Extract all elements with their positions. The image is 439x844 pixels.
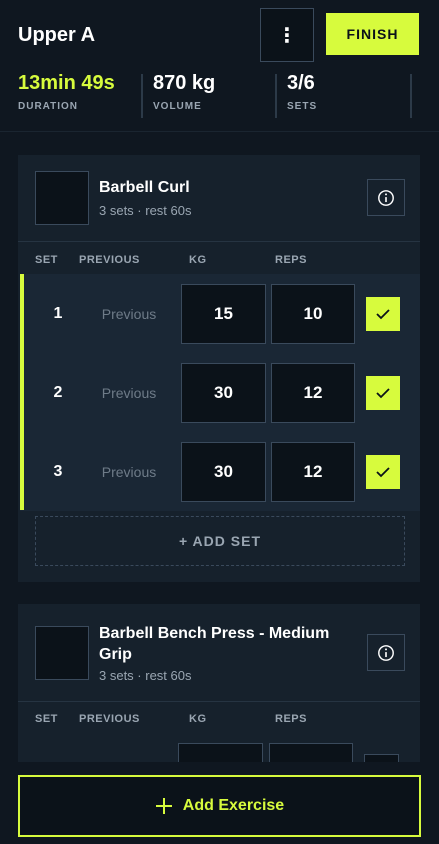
exercise-name[interactable]: Barbell Curl [99,177,190,198]
volume-label: VOLUME [153,101,202,112]
workout-title: Upper A [18,24,96,46]
complete-set-button[interactable] [366,297,400,331]
info-icon [378,644,394,661]
column-set: SET [35,713,58,725]
set-number: 1 [53,305,63,322]
exercise-info-button[interactable] [367,179,405,216]
exercise-thumbnail[interactable] [35,171,89,225]
exercise-info-button[interactable] [367,634,405,671]
column-previous: PREVIOUS [79,254,140,266]
stat-sets: 3/6 SETS [287,72,317,122]
kg-input[interactable]: 15 [181,284,266,344]
duration-label: DURATION [18,101,79,112]
exercise-name-line2[interactable]: Grip [99,644,132,665]
check-icon [376,467,390,478]
more-vertical-icon: ⋮ [277,24,297,47]
set-previous[interactable]: Previous [89,385,169,401]
set-number: 2 [53,384,63,401]
column-kg: KG [189,713,207,725]
stat-duration: 13min 49s DURATION [18,72,115,122]
reps-input[interactable]: 12 [271,442,355,502]
column-set: SET [35,254,58,266]
volume-value: 870 kg [153,72,216,94]
plus-icon [155,798,172,814]
column-previous: PREVIOUS [79,713,140,725]
duration-value: 13min 49s [18,72,115,94]
exercise-name-line1[interactable]: Barbell Bench Press - Medium [99,623,329,644]
more-menu-button[interactable]: ⋮ [260,8,314,62]
column-kg: KG [189,254,207,266]
sets-value: 3/6 [287,72,315,94]
finish-button[interactable]: FINISH [326,13,419,55]
kg-input[interactable]: 30 [181,442,266,502]
check-icon [376,388,390,399]
kg-input[interactable]: 30 [181,363,266,423]
info-icon [378,189,394,206]
complete-set-button[interactable] [366,376,400,410]
header-divider [0,131,439,132]
add-exercise-label: Add Exercise [182,797,285,814]
reps-input[interactable]: 10 [271,284,355,344]
column-reps: REPS [275,713,307,725]
column-reps: REPS [275,254,307,266]
workout-stats: 13min 49s DURATION 870 kg VOLUME 3/6 SET… [0,72,439,122]
complete-set-button[interactable] [366,455,400,489]
exercise-card-bench-press: Barbell Bench Press - Medium Grip 3 sets… [18,604,420,774]
card-divider [18,241,420,242]
exercise-thumbnail[interactable] [35,626,89,680]
stat-divider [141,74,143,118]
exercise-meta: 3 sets · rest 60s [99,668,192,683]
set-previous[interactable]: Previous [89,306,169,322]
stat-volume: 870 kg VOLUME [153,72,215,122]
card-divider [18,701,420,702]
add-set-button[interactable]: + ADD SET [35,516,405,566]
exercise-meta: 3 sets · rest 60s [99,203,192,218]
reps-input[interactable]: 12 [271,363,355,423]
stat-divider [410,74,412,118]
check-icon [376,309,390,320]
set-number: 3 [53,463,63,480]
add-exercise-button[interactable]: Add Exercise [18,775,421,837]
active-exercise-indicator [20,274,24,510]
workout-header: Upper A ⋮ FINISH 13min 49s DURATION 870 … [0,0,439,132]
sets-label: SETS [287,101,318,112]
set-previous[interactable]: Previous [89,464,169,480]
stat-divider [275,74,277,118]
